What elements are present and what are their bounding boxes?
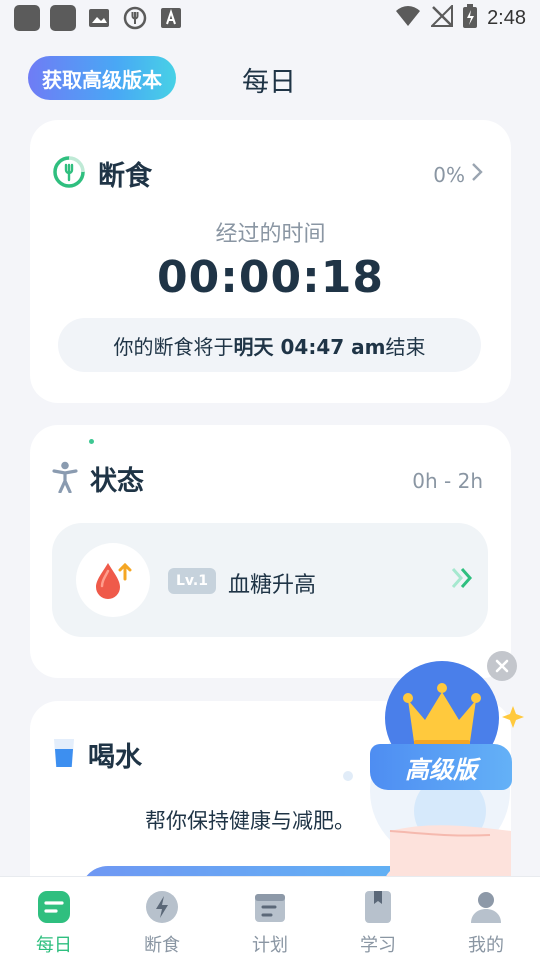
fork-knife-icon (122, 5, 148, 31)
end-suffix: 结束 (385, 334, 426, 359)
blood-drop-icon (76, 543, 150, 617)
tab-profile[interactable]: 我的 (432, 877, 540, 960)
double-chevron-right-icon[interactable] (450, 565, 476, 595)
fasting-percent[interactable]: 0% (433, 162, 483, 187)
progress-dot (89, 439, 94, 444)
state-range: 0h - 2h (412, 469, 483, 493)
end-prefix: 你的断食将于 (113, 334, 234, 359)
state-title: 状态 (90, 466, 144, 497)
tab-daily[interactable]: 每日 (0, 877, 108, 960)
tab-fasting[interactable]: 断食 (108, 877, 216, 960)
lightning-icon (144, 889, 180, 925)
fasting-timer: 00:00:18 (157, 252, 384, 303)
bottom-tab-bar: 每日 断食 计划 学习 我的 (0, 876, 540, 960)
tab-label: 断食 (144, 935, 180, 956)
plan-icon (252, 889, 288, 925)
water-glass-icon (52, 737, 76, 773)
page-title: 每日 (242, 67, 296, 98)
get-premium-button[interactable]: 获取高级版本 (28, 56, 176, 100)
fasting-fork-icon (52, 155, 86, 193)
image-icon (86, 5, 112, 31)
tab-label: 每日 (36, 935, 72, 956)
tab-plan[interactable]: 计划 (216, 877, 324, 960)
end-time: 明天 04:47 am (233, 334, 386, 359)
wifi-icon (395, 5, 421, 31)
state-item[interactable]: Lv.1 血糖升高 (52, 523, 488, 637)
tab-label: 学习 (360, 935, 396, 956)
battery-icon (463, 4, 478, 32)
person-icon (52, 461, 78, 497)
water-title: 喝水 (88, 742, 142, 773)
status-bar: 2:48 (0, 0, 540, 36)
chevron-right-icon (471, 162, 483, 187)
notification-icon (14, 5, 40, 31)
fasting-title: 断食 (98, 161, 152, 192)
fasting-percent-value: 0% (433, 162, 465, 187)
tab-learn[interactable]: 学习 (324, 877, 432, 960)
daily-icon (36, 889, 72, 925)
state-card[interactable]: 状态 0h - 2h Lv.1 血糖升高 (30, 425, 511, 678)
book-icon (360, 889, 396, 925)
clock: 2:48 (487, 6, 526, 29)
notification-icon (50, 5, 76, 31)
premium-label[interactable]: 高级版 (370, 744, 512, 790)
state-label: 血糖升高 (228, 573, 317, 598)
tab-label: 计划 (252, 935, 288, 956)
elapsed-label: 经过的时间 (215, 222, 326, 247)
user-icon (468, 889, 504, 925)
font-icon (158, 5, 184, 31)
fasting-end-info: 你的断食将于 明天 04:47 am 结束 (58, 318, 481, 372)
no-signal-icon (429, 3, 454, 31)
header: 获取高级版本 每日 (28, 56, 512, 100)
tab-label: 我的 (468, 935, 504, 956)
level-badge: Lv.1 (168, 568, 216, 594)
fasting-card[interactable]: 断食 0% 经过的时间 00:00:18 你的断食将于 明天 04:47 am 结束 (30, 120, 511, 403)
